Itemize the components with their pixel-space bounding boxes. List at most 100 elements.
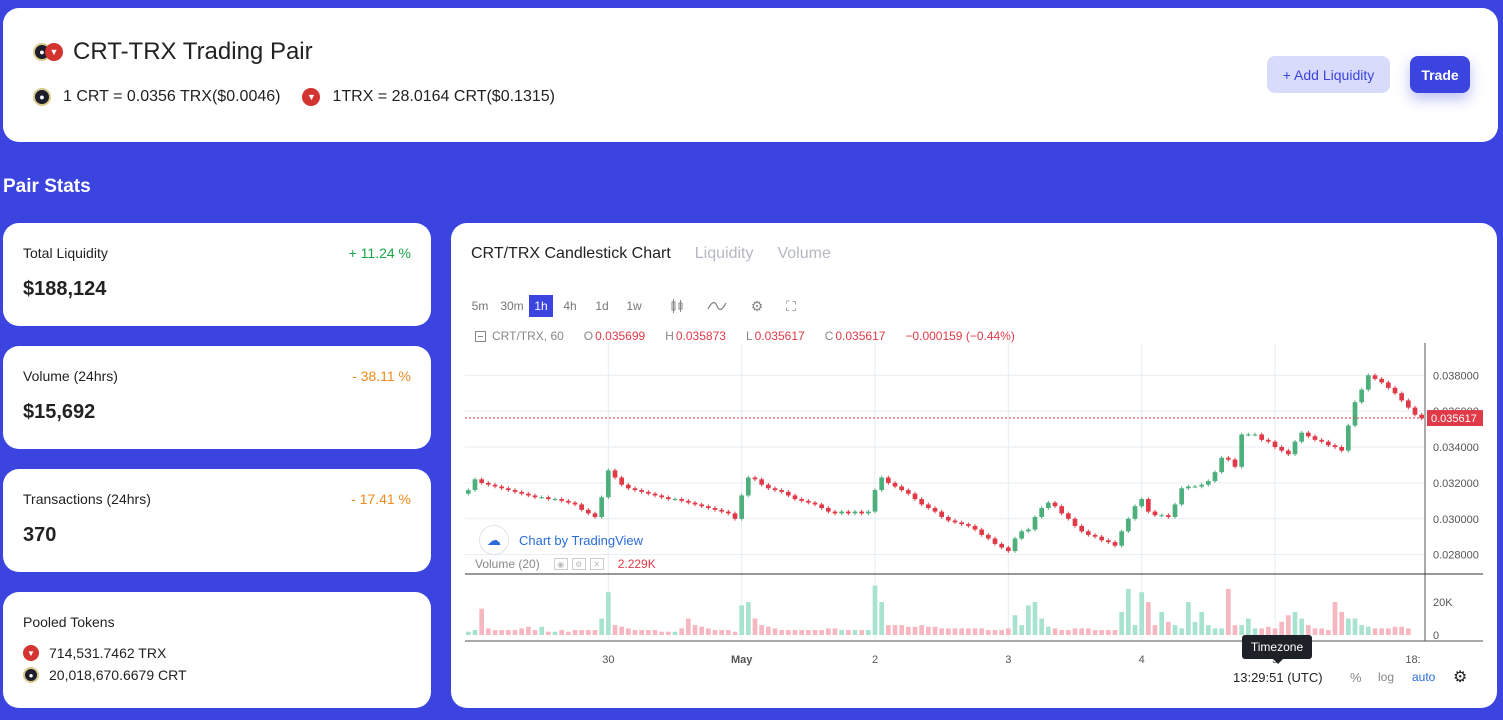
volume-bar xyxy=(479,608,484,635)
pooled-crt-row: ● 20,018,670.6679 CRT xyxy=(23,667,187,683)
volume-bar xyxy=(1052,628,1058,635)
eye-icon[interactable]: ◉ xyxy=(553,558,568,570)
candle-body xyxy=(546,497,551,500)
candle-body xyxy=(892,482,898,487)
volume-bar xyxy=(719,630,724,635)
volume-bar xyxy=(526,626,531,635)
volume-bar xyxy=(519,628,524,635)
candle-body xyxy=(626,484,631,489)
percent-scale-button[interactable]: % xyxy=(1350,670,1362,685)
stat-card-liquidity: Total Liquidity + 11.24 % $188,124 xyxy=(3,223,431,326)
time-tick-label: 30 xyxy=(602,654,614,666)
interval-4h[interactable]: 4h xyxy=(555,295,585,317)
volume-bar xyxy=(472,630,478,635)
volume-bar xyxy=(1379,628,1384,635)
indicator-icon[interactable] xyxy=(707,296,727,316)
collapse-icon[interactable] xyxy=(475,330,486,342)
candle-body xyxy=(1106,540,1111,543)
candle-body xyxy=(1092,534,1098,537)
candle-body xyxy=(719,509,724,512)
candle-body xyxy=(932,508,938,512)
auto-scale-button[interactable]: auto xyxy=(1412,670,1435,684)
trx-rate: 1TRX = 28.0164 CRT($0.1315) xyxy=(332,88,555,105)
section-title: Pair Stats xyxy=(3,176,91,197)
last-price-label: 0.035617 xyxy=(1431,413,1477,425)
fullscreen-icon[interactable]: ⛶ xyxy=(781,296,801,316)
candle-body xyxy=(632,488,638,491)
volume-bar xyxy=(466,631,471,635)
volume-bar xyxy=(1272,628,1278,635)
time-display[interactable]: 13:29:51 (UTC) xyxy=(1233,670,1323,685)
candle-body xyxy=(946,516,951,521)
candle-body xyxy=(759,479,764,485)
tab-liquidity[interactable]: Liquidity xyxy=(695,245,754,263)
volume-bar xyxy=(766,626,771,635)
volume-bar xyxy=(852,630,858,635)
volume-bar xyxy=(619,626,624,635)
volume-bar xyxy=(799,630,804,635)
trade-button[interactable]: Trade xyxy=(1410,56,1470,93)
tradingview-badge[interactable]: ☁ Chart by TradingView xyxy=(479,525,643,555)
volume-bar xyxy=(1339,611,1344,635)
volume-bar xyxy=(672,631,678,635)
gear-icon[interactable]: ⚙ xyxy=(1453,667,1467,687)
volume-bar xyxy=(606,592,611,635)
candle-body xyxy=(1052,502,1058,507)
stat-value: $15,692 xyxy=(23,401,96,423)
interval-30m[interactable]: 30m xyxy=(497,295,527,317)
candle-body xyxy=(966,524,971,526)
candle-body xyxy=(726,511,731,514)
log-scale-button[interactable]: log xyxy=(1378,670,1394,684)
settings-small-icon[interactable]: ⚙ xyxy=(571,558,586,570)
volume-bar xyxy=(1059,630,1064,635)
candle-body xyxy=(659,495,664,498)
candle-body xyxy=(1046,502,1051,509)
close-icon[interactable]: ✕ xyxy=(589,558,604,570)
candle-body xyxy=(1346,425,1351,451)
volume-bar xyxy=(779,630,784,635)
candle-body xyxy=(612,470,618,478)
volume-bar xyxy=(839,630,844,635)
candle-body xyxy=(806,500,811,503)
candle-body xyxy=(1192,486,1198,488)
candlestick-chart[interactable]: 0.0380000.0360000.0340000.0320000.030000… xyxy=(465,343,1483,673)
volume-bar xyxy=(972,628,978,635)
interval-1d[interactable]: 1d xyxy=(587,295,617,317)
candle-body xyxy=(1366,375,1371,390)
candle-body xyxy=(1139,499,1144,507)
volume-bar xyxy=(939,628,944,635)
candle-body xyxy=(526,493,531,496)
volume-bar xyxy=(1232,625,1238,635)
candle-body xyxy=(1306,432,1311,437)
interval-1w[interactable]: 1w xyxy=(619,295,649,317)
candle-body xyxy=(779,490,784,492)
candle-body xyxy=(959,522,964,525)
volume-bar xyxy=(699,626,704,635)
gear-icon[interactable]: ⚙ xyxy=(747,296,767,316)
stat-label: Total Liquidity xyxy=(23,245,108,261)
tab-candlestick[interactable]: CRT/TRX Candlestick Chart xyxy=(471,245,671,263)
volume-tick-label: 20K xyxy=(1433,597,1453,609)
volume-bar xyxy=(1332,602,1338,635)
volume-bar xyxy=(726,630,731,635)
add-liquidity-button[interactable]: + Add Liquidity xyxy=(1267,56,1390,93)
interval-5m[interactable]: 5m xyxy=(465,295,495,317)
volume-bar xyxy=(739,605,744,635)
candle-body xyxy=(952,520,958,523)
tab-volume[interactable]: Volume xyxy=(777,245,830,263)
candle-body xyxy=(699,504,704,507)
candle-body xyxy=(492,484,498,487)
stat-value: $188,124 xyxy=(23,278,107,300)
timezone-tooltip: Timezone xyxy=(1242,635,1312,664)
interval-1h[interactable]: 1h xyxy=(529,295,553,317)
candle-body xyxy=(992,538,998,544)
candle-body xyxy=(1312,436,1318,440)
volume-bar xyxy=(1199,611,1204,635)
volume-bar xyxy=(1019,625,1024,635)
volume-bar xyxy=(1066,630,1071,635)
volume-bar xyxy=(659,631,664,635)
volume-bar xyxy=(952,628,958,635)
candle-body xyxy=(972,525,978,530)
candles-icon[interactable] xyxy=(667,296,687,316)
candle-body xyxy=(999,543,1004,548)
